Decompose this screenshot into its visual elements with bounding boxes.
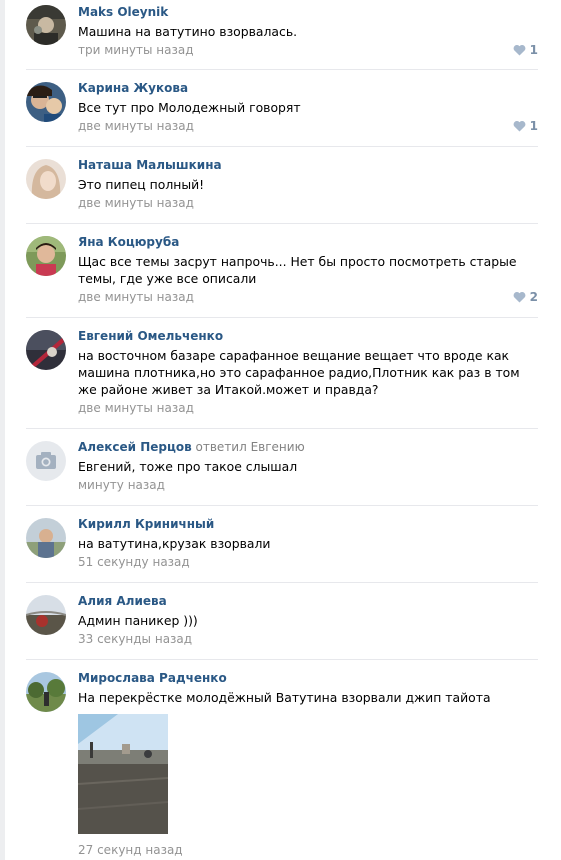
comment-author-line: Яна Коцюруба — [78, 234, 538, 250]
comment-item: Алексей Перцов ответил Евгению Евгений, … — [26, 429, 538, 506]
comment-author-line: Мирослава Радченко — [78, 670, 538, 686]
comment-meta: 27 секунд назад — [78, 842, 538, 858]
comment-item: Maks Oleynik Машина на ватутино взорвала… — [26, 0, 538, 70]
like-button[interactable]: 1 — [513, 118, 538, 134]
comment-author[interactable]: Алексей Перцов — [78, 440, 192, 454]
comment-author-line: Maks Oleynik — [78, 4, 538, 20]
comment-author-line: Наташа Малышкина — [78, 157, 538, 173]
avatar[interactable] — [26, 441, 66, 481]
comment-date[interactable]: 33 секунды назад — [78, 632, 192, 646]
comment-item: Евгений Омельченко на восточном базаре с… — [26, 318, 538, 429]
comment-author-line: Алия Алиева — [78, 593, 538, 609]
comment-text: Это пипец полный! — [78, 177, 205, 192]
avatar[interactable] — [26, 82, 66, 122]
avatar[interactable] — [26, 518, 66, 558]
comment-date[interactable]: две минуты назад — [78, 290, 194, 304]
reply-to-label[interactable]: ответил Евгению — [196, 440, 305, 454]
like-count: 1 — [529, 119, 538, 133]
comment-meta: минуту назад — [78, 477, 538, 493]
comment-author[interactable]: Maks Oleynik — [78, 5, 168, 19]
comment-author[interactable]: Алия Алиева — [78, 594, 167, 608]
comment-author-line: Алексей Перцов ответил Евгению — [78, 439, 538, 455]
comment-author[interactable]: Кирилл Криничный — [78, 517, 214, 531]
comment-item: Алия Алиева Админ паникер ))) 33 секунды… — [26, 583, 538, 660]
page-left-border — [0, 0, 5, 860]
comment-author[interactable]: Наташа Малышкина — [78, 158, 222, 172]
comment-text: Щас все темы засрут напрочь... Нет бы пр… — [78, 254, 517, 286]
comment-date[interactable]: две минуты назад — [78, 119, 194, 133]
like-button[interactable]: 1 — [513, 42, 538, 58]
comment-meta: две минуты назад — [78, 195, 538, 211]
like-count: 2 — [529, 290, 538, 304]
comment-item: Кирилл Криничный на ватутина,крузак взор… — [26, 506, 538, 583]
heart-icon — [513, 292, 526, 303]
comments-list: Maks Oleynik Машина на ватутино взорвала… — [26, 0, 538, 860]
comment-text: Админ паникер ))) — [78, 613, 198, 628]
comment-item: Мирослава Радченко На перекрёстке молодё… — [26, 660, 538, 860]
comment-item: Карина Жукова Все тут про Молодежный гов… — [26, 70, 538, 147]
photo-attachment[interactable] — [78, 714, 168, 834]
comment-meta: две минуты назад 2 — [78, 289, 538, 305]
heart-icon — [513, 121, 526, 132]
comment-author-line: Евгений Омельченко — [78, 328, 538, 344]
comment-author-line: Кирилл Криничный — [78, 516, 538, 532]
comment-date[interactable]: минуту назад — [78, 478, 165, 492]
avatar[interactable] — [26, 159, 66, 199]
comment-text: на восточном базаре сарафанное вещание в… — [78, 348, 520, 397]
heart-icon — [513, 45, 526, 56]
comment-meta: две минуты назад — [78, 400, 538, 416]
comment-author[interactable]: Евгений Омельченко — [78, 329, 223, 343]
comment-date[interactable]: три минуты назад — [78, 43, 194, 57]
comment-text: Все тут про Молодежный говорят — [78, 100, 301, 115]
comment-author[interactable]: Карина Жукова — [78, 81, 188, 95]
comment-date[interactable]: две минуты назад — [78, 401, 194, 415]
like-button[interactable]: 2 — [513, 289, 538, 305]
comment-meta: три минуты назад 1 — [78, 42, 538, 58]
like-count: 1 — [529, 43, 538, 57]
comment-item: Наташа Малышкина Это пипец полный! две м… — [26, 147, 538, 224]
comment-date[interactable]: две минуты назад — [78, 196, 194, 210]
comment-date[interactable]: 27 секунд назад — [78, 843, 183, 857]
camera-placeholder-icon — [26, 441, 66, 481]
comment-text: на ватутина,крузак взорвали — [78, 536, 271, 551]
avatar[interactable] — [26, 5, 66, 45]
comment-author-line: Карина Жукова — [78, 80, 538, 96]
comment-item: Яна Коцюруба Щас все темы засрут напрочь… — [26, 224, 538, 318]
avatar[interactable] — [26, 595, 66, 635]
comment-meta: 51 секунду назад — [78, 554, 538, 570]
avatar[interactable] — [26, 236, 66, 276]
avatar[interactable] — [26, 672, 66, 712]
comment-meta: две минуты назад 1 — [78, 118, 538, 134]
avatar[interactable] — [26, 330, 66, 370]
comment-author[interactable]: Яна Коцюруба — [78, 235, 179, 249]
comment-meta: 33 секунды назад — [78, 631, 538, 647]
comment-author[interactable]: Мирослава Радченко — [78, 671, 227, 685]
comment-text: Евгений, тоже про такое слышал — [78, 459, 298, 474]
comment-text: На перекрёстке молодёжный Ватутина взорв… — [78, 690, 491, 705]
comment-date[interactable]: 51 секунду назад — [78, 555, 190, 569]
comment-text: Машина на ватутино взорвалась. — [78, 24, 298, 39]
